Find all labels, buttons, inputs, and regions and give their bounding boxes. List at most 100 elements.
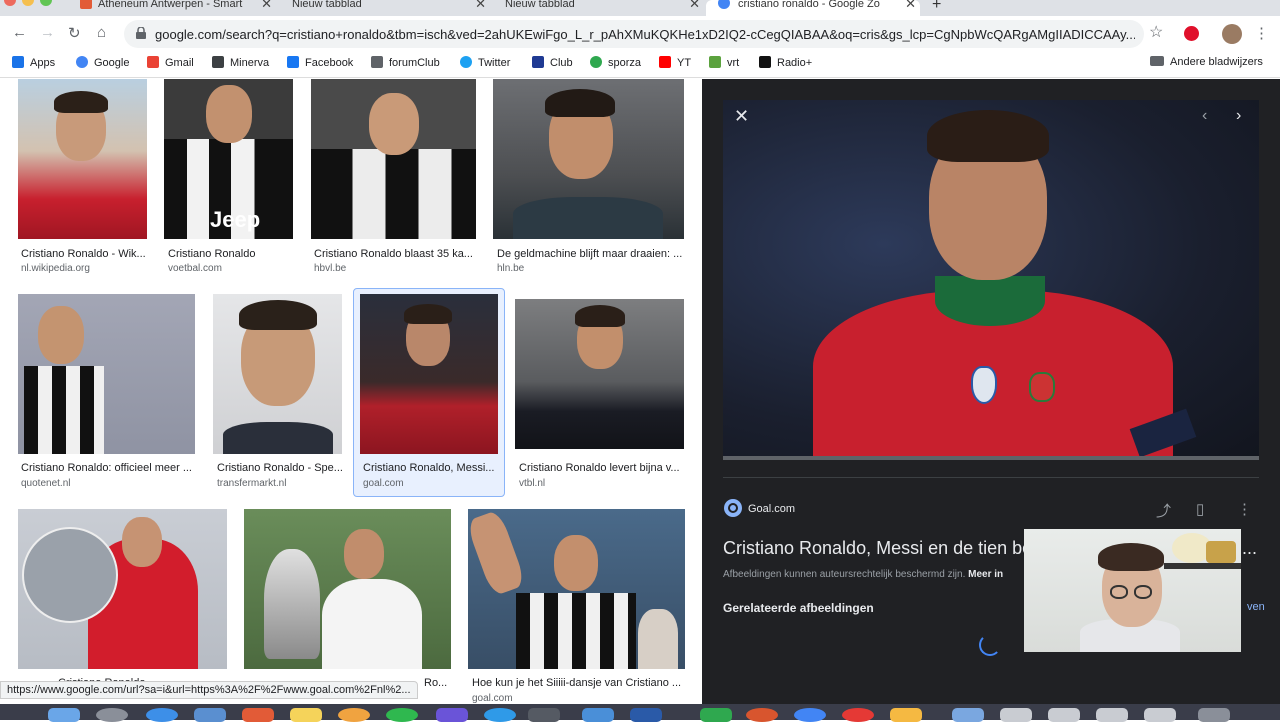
result-title[interactable]: Ro... [424, 677, 454, 689]
result-source: transfermarkt.nl [217, 478, 287, 489]
result-card[interactable]: Jeep Cristiano Ronaldo voetbal.com [164, 79, 294, 279]
result-source: vtbl.nl [519, 478, 546, 489]
source-label: Goal.com [748, 503, 796, 515]
tab-close-icon[interactable]: ✕ [689, 0, 700, 10]
share-icon[interactable]: ⤴ [1156, 500, 1171, 521]
previous-image-button[interactable]: ‹ [1202, 107, 1207, 125]
result-thumbnail[interactable] [311, 79, 476, 239]
tab-label: Nieuw tabblad [505, 0, 575, 10]
result-title[interactable]: De geldmachine blijft maar draaien: ... [497, 248, 685, 260]
preview-title[interactable]: Cristiano Ronaldo, Messi en de tien be [723, 538, 1032, 559]
bookmark-sporza[interactable]: sporza [590, 56, 641, 69]
result-title[interactable]: Cristiano Ronaldo - Wik... [21, 248, 147, 260]
new-tab-button[interactable]: + [932, 0, 941, 14]
forward-arrow-icon[interactable]: → [40, 24, 55, 41]
bookmark-radio-plus[interactable]: Radio+ [759, 56, 812, 69]
bookmark-club[interactable]: Club [532, 56, 573, 69]
result-thumbnail[interactable] [18, 79, 147, 239]
tab-new-2[interactable]: Nieuw tabblad ✕ [490, 0, 704, 16]
other-bookmarks-folder[interactable]: Andere bladwijzers [1150, 56, 1263, 68]
profile-avatar[interactable] [1222, 24, 1242, 44]
result-title[interactable]: Cristiano Ronaldo [168, 248, 294, 260]
tab-strip: Atheneum Antwerpen - Smart ✕ Nieuw tabbl… [0, 0, 1280, 16]
bookmark-facebook[interactable]: Facebook [287, 56, 353, 69]
globe-icon [724, 499, 742, 517]
bookmark-vrt[interactable]: vrt [709, 56, 739, 69]
apps-grid-icon [12, 56, 24, 68]
result-thumbnail[interactable] [18, 294, 195, 454]
bookmark-google[interactable]: Google [76, 56, 129, 69]
tab-close-icon[interactable]: ✕ [905, 0, 916, 10]
save-bookmark-icon[interactable]: ▯ [1196, 500, 1204, 518]
preview-image[interactable] [723, 100, 1259, 460]
bookmark-apps[interactable]: Apps [12, 56, 55, 69]
result-card[interactable]: Cristiano Ronaldo - Spe... transfermarkt… [213, 294, 343, 494]
result-thumbnail[interactable]: Jeep [164, 79, 293, 239]
sporza-icon [590, 56, 602, 68]
result-thumbnail[interactable] [515, 299, 684, 449]
bookmark-star-icon[interactable]: ☆ [1149, 22, 1163, 42]
twitter-icon [460, 56, 472, 68]
related-images-heading: Gerelateerde afbeeldingen [723, 601, 874, 615]
result-thumbnail[interactable] [493, 79, 684, 239]
result-card[interactable]: Ro... [244, 509, 452, 704]
result-thumbnail[interactable] [213, 294, 342, 454]
close-window-button[interactable] [4, 0, 16, 6]
close-preview-button[interactable]: ✕ [734, 106, 749, 127]
result-source: hbvl.be [314, 263, 347, 274]
result-title[interactable]: Cristiano Ronaldo levert bijna v... [519, 462, 685, 474]
address-bar[interactable]: google.com/search?q=cristiano+ronaldo&tb… [124, 20, 1144, 48]
result-card-selected[interactable]: Cristiano Ronaldo, Messi... goal.com [353, 288, 505, 497]
result-card[interactable]: Cristiano Ronaldo: officieel meer ... qu… [18, 294, 196, 494]
bookmark-twitter[interactable]: Twitter [460, 56, 510, 69]
zoom-window-button[interactable] [40, 0, 52, 6]
bookmark-gmail[interactable]: Gmail [147, 56, 194, 69]
result-title[interactable]: Cristiano Ronaldo, Messi... [363, 462, 501, 474]
tab-close-icon[interactable]: ✕ [261, 0, 272, 10]
source-chip[interactable]: Goal.com [724, 499, 795, 519]
tab-label: cristiano ronaldo - Google Zo [738, 0, 880, 10]
tab-google-search[interactable]: cristiano ronaldo - Google Zo ✕ [706, 0, 920, 16]
tab-label: Nieuw tabblad [292, 0, 362, 10]
result-card[interactable]: Cristiano Ronaldo - Wik... nl.wikipedia.… [18, 79, 148, 279]
see-more-link[interactable]: ven [1247, 601, 1265, 613]
tab-new-1[interactable]: Nieuw tabblad ✕ [276, 0, 490, 16]
result-thumbnail[interactable] [244, 509, 451, 669]
macos-dock [0, 704, 1280, 722]
home-icon[interactable]: ⌂ [97, 24, 106, 41]
next-image-button[interactable]: › [1236, 107, 1241, 125]
loading-spinner-icon [979, 634, 1001, 656]
result-thumbnail[interactable] [18, 509, 227, 669]
learn-more-link[interactable]: Meer in [968, 569, 1003, 580]
result-card[interactable]: Cristiano Ronaldo levert bijna v... vtbl… [515, 299, 685, 494]
result-card[interactable]: Cristiano Ronaldo ... [18, 509, 228, 704]
bookmark-forumclub[interactable]: forumClub [371, 56, 440, 69]
bookmark-yt[interactable]: YT [659, 56, 691, 69]
kebab-menu-icon[interactable]: ⋮ [1254, 24, 1269, 42]
google-icon [76, 56, 88, 68]
result-thumbnail[interactable] [468, 509, 685, 669]
reload-icon[interactable]: ↻ [68, 24, 81, 42]
result-thumbnail[interactable] [360, 294, 498, 454]
status-bar-url: https://www.google.com/url?sa=i&url=http… [0, 681, 418, 699]
tab-close-icon[interactable]: ✕ [475, 0, 486, 10]
webcam-overlay [1024, 529, 1241, 652]
tab-atheneum[interactable]: Atheneum Antwerpen - Smart ✕ [76, 0, 276, 16]
result-title[interactable]: Cristiano Ronaldo: officieel meer ... [21, 462, 196, 474]
result-title[interactable]: Cristiano Ronaldo - Spe... [217, 462, 343, 474]
result-title[interactable]: Hoe kun je het Siiiii-dansje van Cristia… [472, 677, 686, 689]
browser-toolbar: ← → ↻ ⌂ google.com/search?q=cristiano+ro… [0, 16, 1280, 50]
result-title[interactable]: Cristiano Ronaldo blaast 35 ka... [314, 248, 476, 260]
more-options-icon[interactable]: ⋮ [1237, 500, 1252, 518]
opera-extension-icon[interactable] [1184, 26, 1199, 41]
radio-plus-icon [759, 56, 771, 68]
back-arrow-icon[interactable]: ← [12, 24, 27, 41]
result-card[interactable]: Cristiano Ronaldo blaast 35 ka... hbvl.b… [311, 79, 477, 279]
minimize-window-button[interactable] [22, 0, 34, 6]
result-card[interactable]: De geldmachine blijft maar draaien: ... … [493, 79, 685, 279]
club-icon [532, 56, 544, 68]
gmail-icon [147, 56, 159, 68]
url-text[interactable]: google.com/search?q=cristiano+ronaldo&tb… [155, 27, 1135, 42]
bookmark-minerva[interactable]: Minerva [212, 56, 269, 69]
result-card[interactable]: Hoe kun je het Siiiii-dansje van Cristia… [468, 509, 686, 704]
